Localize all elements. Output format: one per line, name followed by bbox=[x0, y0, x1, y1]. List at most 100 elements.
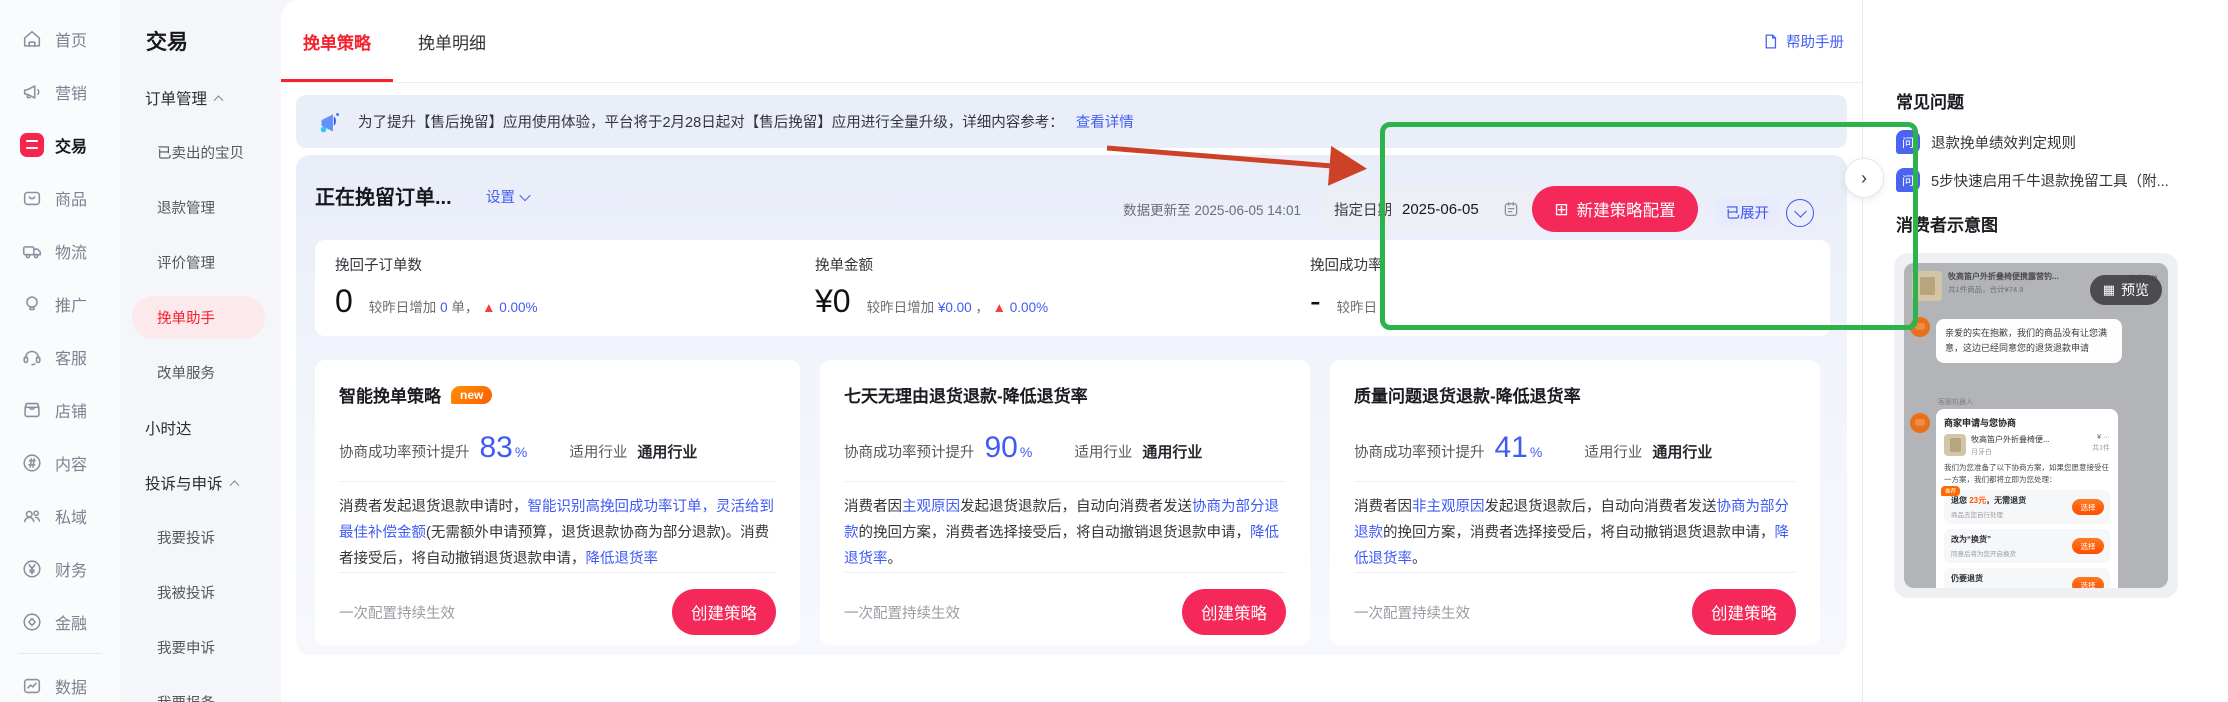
stat-compare: 较昨日增加 ¥0.00 ， ▲ 0.00% bbox=[866, 300, 1049, 315]
bot-avatar bbox=[1910, 413, 1930, 433]
expanded-toggle-label[interactable]: 已展开 bbox=[1715, 198, 1779, 226]
sidebar-label: 商品 bbox=[55, 191, 88, 209]
panel-collapse-button[interactable]: › bbox=[1844, 158, 1884, 198]
sidebar-item-service[interactable]: 客服 bbox=[0, 330, 120, 383]
nav-group-order-management[interactable]: 订单管理 bbox=[120, 70, 281, 125]
sidebar-label: 交易 bbox=[55, 138, 88, 156]
sidebar-label: 营销 bbox=[55, 85, 88, 103]
faq-title: 常见问题 bbox=[1896, 93, 1964, 112]
industry-label: 适用行业 bbox=[569, 445, 628, 461]
collapse-section-button[interactable] bbox=[1786, 199, 1814, 227]
right-help-panel: › 常见问题 问 退款挽单绩效判定规则 问 5步快速启用千牛退款挽留工具（附..… bbox=[1844, 0, 2228, 702]
sidebar-item-data[interactable]: 数据 bbox=[0, 659, 120, 702]
sidebar-item-financial[interactable]: 金融 bbox=[0, 595, 120, 648]
nav-item-i-appeal[interactable]: 我要申诉 bbox=[120, 620, 281, 675]
chevron-up-icon bbox=[229, 480, 239, 491]
nav-item-refund-management[interactable]: 退款管理 bbox=[120, 180, 281, 235]
date-picker[interactable]: 指定日期 2025-06-05 bbox=[1322, 188, 1532, 230]
choose-button: 选择 bbox=[2072, 538, 2104, 555]
new-strategy-config-button[interactable]: ⊞ 新建策略配置 bbox=[1532, 186, 1698, 232]
card-footer-note: 一次配置持续生效 bbox=[1354, 605, 1470, 622]
sidebar-label: 私域 bbox=[55, 509, 88, 527]
negotiation-card: 商家申请与您协商 牧高笛户外折叠椅便... 月牙白 ¥ ··· 共1件 我们为您… bbox=[1936, 409, 2118, 588]
preview-overlay-button[interactable]: ▦ 预览 bbox=[2089, 275, 2162, 305]
stat-label: 挽单金额 bbox=[815, 258, 873, 274]
bot-label: 客服机器人 bbox=[1938, 399, 1973, 406]
negotiation-title: 商家申请与您协商 bbox=[1944, 418, 2017, 428]
card-description: 消费者因主观原因发起退货退款后，自动向消费者发送协商为部分退款的挽回方案，消费者… bbox=[844, 499, 1279, 567]
document-icon bbox=[1762, 33, 1779, 50]
create-strategy-button[interactable]: 创建策略 bbox=[1692, 589, 1796, 636]
retaining-orders-section: 正在挽留订单... 设置 数据更新至 2025-06-05 14:01 指定日期… bbox=[296, 155, 1847, 655]
bot-avatar bbox=[1910, 317, 1930, 337]
sidebar-item-marketing[interactable]: 营销 bbox=[0, 65, 120, 118]
goods-icon bbox=[20, 186, 44, 210]
sidebar-label: 内容 bbox=[55, 456, 88, 474]
strategy-card-smart-retain: 智能挽单策略 new 协商成功率预计提升 83 % 适用行业 通用行业 消费者发… bbox=[315, 360, 800, 645]
option-still-return: 仍要退货 继续原退货流程，需寄回商品 选择 bbox=[1944, 568, 2110, 588]
tab-retain-detail[interactable]: 挽单明细 bbox=[409, 0, 495, 82]
consumer-preview-title: 消费者示意图 bbox=[1896, 216, 1998, 235]
card-description: 消费者因非主观原因发起退货退款后，自动向消费者发送协商为部分退款的挽回方案，消费… bbox=[1354, 499, 1789, 567]
sidebar-item-logistics[interactable]: 物流 bbox=[0, 224, 120, 277]
sidebar-item-trade[interactable]: 交易 bbox=[0, 118, 120, 171]
sidebar-label: 店铺 bbox=[55, 403, 88, 421]
settings-dropdown[interactable]: 设置 bbox=[486, 186, 531, 207]
sidebar-item-shop[interactable]: 店铺 bbox=[0, 383, 120, 436]
product-title: 牧高笛户外折叠椅便携露营钓... bbox=[1948, 272, 2059, 281]
secondary-sidebar-title: 交易 bbox=[146, 31, 188, 54]
hash-icon bbox=[20, 451, 44, 475]
grid-icon: ▦ bbox=[2102, 282, 2115, 297]
nav-item-retain-assistant[interactable]: 挽单助手 bbox=[120, 290, 281, 345]
strategy-card-7day-no-reason: 七天无理由退货退款-降低退货率 协商成功率预计提升 90 % 适用行业 通用行业… bbox=[820, 360, 1310, 645]
nav-group-complaints[interactable]: 投诉与申诉 bbox=[120, 455, 281, 510]
sidebar-item-finance[interactable]: 财务 bbox=[0, 542, 120, 595]
uplift-label: 协商成功率预计提升 bbox=[844, 445, 975, 461]
date-value: 2025-06-05 bbox=[1402, 200, 1479, 218]
create-strategy-button[interactable]: 创建策略 bbox=[1182, 589, 1286, 636]
sidebar-item-content[interactable]: 内容 bbox=[0, 436, 120, 489]
calendar-icon bbox=[1502, 200, 1520, 218]
sidebar-item-goods[interactable]: 商品 bbox=[0, 171, 120, 224]
data-updated-text: 数据更新至 2025-06-05 14:01 bbox=[1123, 203, 1301, 218]
bulb-icon bbox=[20, 292, 44, 316]
nav-item-sold-items[interactable]: 已卖出的宝贝 bbox=[120, 125, 281, 180]
coin-icon bbox=[20, 610, 44, 634]
help-manual-link[interactable]: 帮助手册 bbox=[1762, 0, 1844, 82]
divider bbox=[1354, 481, 1796, 482]
home-icon bbox=[20, 27, 44, 51]
sidebar-item-private-domain[interactable]: 私域 bbox=[0, 489, 120, 542]
product-thumbnail bbox=[1912, 271, 1942, 301]
banner-detail-link[interactable]: 查看详情 bbox=[1076, 111, 1134, 132]
uplift-unit: % bbox=[514, 444, 528, 460]
stat-value: 0 bbox=[335, 283, 353, 319]
sidebar-label: 首页 bbox=[55, 32, 88, 50]
uplift-value: 83 bbox=[479, 431, 513, 464]
secondary-sidebar: 交易 订单管理 已卖出的宝贝 退款管理 评价管理 挽单助手 改单服务 小时达 投… bbox=[120, 0, 281, 702]
faq-item-quickstart-guide[interactable]: 问 5步快速启用千牛退款挽留工具（附... bbox=[1896, 168, 2206, 192]
create-strategy-button[interactable]: 创建策略 bbox=[672, 589, 776, 636]
industry-label: 适用行业 bbox=[1584, 445, 1643, 461]
sidebar-item-promotion[interactable]: 推广 bbox=[0, 277, 120, 330]
stats-box: 挽回子订单数 0 较昨日增加 0 单， ▲ 0.00% 挽单金额 ¥0 较昨日增… bbox=[315, 240, 1830, 336]
choose-button: 选择 bbox=[2072, 577, 2104, 588]
sidebar-item-home[interactable]: 首页 bbox=[0, 12, 120, 65]
nav-item-order-modify-service[interactable]: 改单服务 bbox=[120, 345, 281, 400]
uplift-label: 协商成功率预计提升 bbox=[339, 445, 470, 461]
sidebar-label: 数据 bbox=[55, 679, 88, 697]
card-title: 质量问题退货退款-降低退货率 bbox=[1354, 387, 1581, 406]
divider bbox=[844, 481, 1286, 482]
new-badge: new bbox=[451, 385, 493, 404]
nav-group-hourly-delivery[interactable]: 小时达 bbox=[120, 400, 281, 455]
truck-icon bbox=[20, 239, 44, 263]
uplift-value: 41 bbox=[1494, 431, 1528, 464]
nav-item-complained[interactable]: 我被投诉 bbox=[120, 565, 281, 620]
item-price: ¥ ··· bbox=[2097, 434, 2110, 441]
nav-item-review-management[interactable]: 评价管理 bbox=[120, 235, 281, 290]
nav-item-i-complain[interactable]: 我要投诉 bbox=[120, 510, 281, 565]
stat-compare: 较昨日增加 0 单， ▲ 0.00% bbox=[368, 300, 538, 315]
sidebar-label: 推广 bbox=[55, 297, 88, 315]
tab-retain-strategy[interactable]: 挽单策略 bbox=[281, 0, 393, 82]
nav-item-i-report[interactable]: 我要报备 bbox=[120, 675, 281, 702]
faq-item-performance-rules[interactable]: 问 退款挽单绩效判定规则 bbox=[1896, 130, 2206, 154]
